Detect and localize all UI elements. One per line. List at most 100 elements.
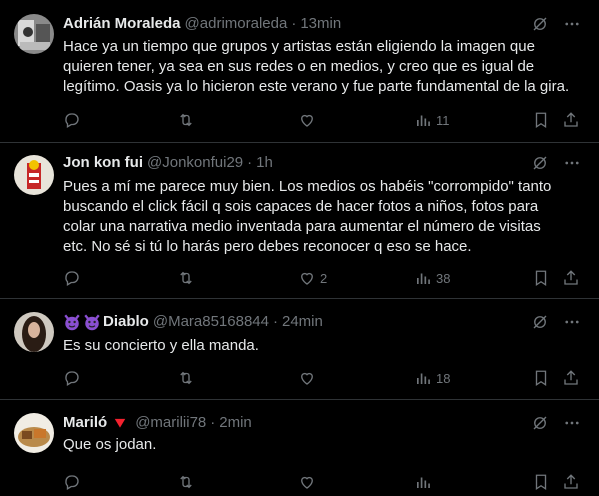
author-handle[interactable]: @marilii78 — [135, 413, 206, 433]
tweet-actions: 11 — [63, 110, 581, 130]
retweet-button[interactable] — [177, 268, 199, 288]
share-button[interactable] — [562, 368, 580, 388]
views-icon — [417, 273, 430, 284]
timestamp[interactable]: 13min — [300, 14, 341, 34]
avatar[interactable] — [14, 155, 54, 195]
timestamp[interactable]: 1h — [256, 153, 273, 173]
grok-icon[interactable] — [531, 154, 549, 172]
tweet-text-line: Que os jodan. — [63, 436, 157, 453]
tweet-header: Adrián Moraleda @adrimoraleda · 13min — [63, 14, 341, 34]
tweet-text-line: buscando el click fácil q sois capaces d… — [63, 198, 539, 215]
tweet-text: Hace ya un tiempo que grupos y artistas … — [63, 37, 581, 97]
retweet-icon — [180, 113, 192, 127]
tweet[interactable]: Mariló @marilii78 · 2min Que os jodan. — [0, 400, 599, 496]
share-button[interactable] — [562, 472, 580, 492]
avatar[interactable] — [14, 14, 54, 54]
bookmark-button[interactable] — [532, 472, 550, 492]
bookmark-icon — [535, 474, 547, 491]
like-button[interactable]: 2 — [298, 268, 327, 288]
replies-feed: Adrián Moraleda @adrimoraleda · 13min Ha… — [0, 0, 599, 496]
tweet-header: Mariló @marilii78 · 2min — [63, 413, 252, 433]
tweet[interactable]: Adrián Moraleda @adrimoraleda · 13min Ha… — [0, 0, 599, 143]
share-button[interactable] — [562, 268, 580, 288]
tweet-text-line: Es su concierto y ella manda. — [63, 337, 259, 354]
tweet-actions — [63, 472, 581, 492]
timestamp[interactable]: 24min — [282, 312, 323, 332]
tweet-text: Es su concierto y ella manda. — [63, 336, 581, 356]
like-button[interactable] — [298, 472, 316, 492]
grok-icon[interactable] — [531, 414, 549, 432]
devil-emoji-icon — [83, 313, 101, 331]
views-button[interactable] — [414, 472, 432, 492]
like-count: 2 — [320, 270, 328, 286]
author-handle[interactable]: @Mara85168844 — [153, 312, 269, 332]
tweet-top-actions — [531, 414, 581, 432]
retweet-button[interactable] — [177, 472, 195, 492]
views-icon — [417, 373, 430, 384]
avatar[interactable] — [14, 312, 54, 352]
red-triangle-badge-icon — [114, 418, 126, 428]
retweet-icon — [180, 271, 192, 285]
author-name[interactable]: Jon kon fui — [63, 153, 143, 173]
devil-emoji-icon — [63, 313, 81, 331]
grok-icon[interactable] — [531, 15, 549, 33]
tweet-actions: 18 — [63, 368, 581, 388]
author-name[interactable]: Adrián Moraleda — [63, 14, 181, 34]
like-icon — [301, 372, 313, 385]
like-icon — [301, 114, 313, 127]
tweet-top-actions — [531, 15, 581, 33]
share-button[interactable] — [562, 110, 580, 130]
retweet-icon — [180, 371, 192, 385]
tweet-top-actions — [531, 313, 581, 331]
reply-icon — [65, 371, 79, 386]
more-icon[interactable] — [563, 414, 581, 432]
reply-button[interactable] — [63, 268, 85, 288]
retweet-button[interactable] — [177, 110, 199, 130]
separator: · — [291, 15, 297, 32]
tweet[interactable]: Diablo @Mara85168844 · 24min Es su conci… — [0, 299, 599, 400]
bookmark-icon — [535, 370, 547, 387]
author-handle[interactable]: @Jonkonfui29 — [147, 153, 243, 173]
reply-button[interactable] — [63, 368, 85, 388]
author-handle[interactable]: @adrimoraleda — [185, 14, 288, 34]
author-name[interactable]: Diablo — [103, 312, 149, 332]
tweet-text-line: legítimo. Oasis ya lo hicieron este vera… — [63, 78, 570, 95]
views-button[interactable]: 11 — [414, 110, 450, 130]
reply-icon — [65, 475, 79, 490]
share-icon — [564, 370, 578, 385]
grok-icon[interactable] — [531, 313, 549, 331]
like-icon — [301, 272, 313, 285]
views-icon — [417, 115, 430, 126]
avatar[interactable] — [14, 413, 54, 453]
share-icon — [564, 270, 578, 285]
reply-button[interactable] — [63, 472, 81, 492]
like-button[interactable] — [298, 110, 320, 130]
views-count: 11 — [436, 112, 450, 128]
bookmark-button[interactable] — [532, 368, 550, 388]
tweet-text-line: colar una narrativa medio inventada para… — [63, 218, 541, 235]
bookmark-button[interactable] — [532, 268, 550, 288]
retweet-button[interactable] — [177, 368, 199, 388]
timestamp[interactable]: 2min — [219, 413, 252, 433]
more-icon[interactable] — [563, 154, 581, 172]
tweet-header: Jon kon fui @Jonkonfui29 · 1h — [63, 153, 273, 173]
separator: · — [247, 154, 253, 171]
more-icon[interactable] — [563, 313, 581, 331]
tweet[interactable]: Jon kon fui @Jonkonfui29 · 1h Pues a mí … — [0, 143, 599, 299]
more-icon[interactable] — [563, 15, 581, 33]
tweet-header: Diablo @Mara85168844 · 24min — [63, 312, 323, 332]
author-name[interactable]: Mariló — [63, 413, 107, 433]
retweet-icon — [180, 475, 192, 489]
reply-button[interactable] — [63, 110, 85, 130]
like-icon — [301, 476, 313, 489]
reply-icon — [65, 113, 79, 128]
like-button[interactable] — [298, 368, 320, 388]
tweet-text-line: etc. No sé si tú lo harás pero debes rec… — [63, 238, 472, 255]
views-button[interactable]: 38 — [414, 268, 450, 288]
tweet-text: Pues a mí me parece muy bien. Los medios… — [63, 177, 581, 257]
views-button[interactable]: 18 — [414, 368, 450, 388]
tweet-text-line: quieren tener, ya sea en sus redes o en … — [63, 58, 535, 75]
bookmark-button[interactable] — [532, 110, 550, 130]
share-icon — [564, 474, 578, 489]
views-count: 38 — [436, 270, 451, 286]
